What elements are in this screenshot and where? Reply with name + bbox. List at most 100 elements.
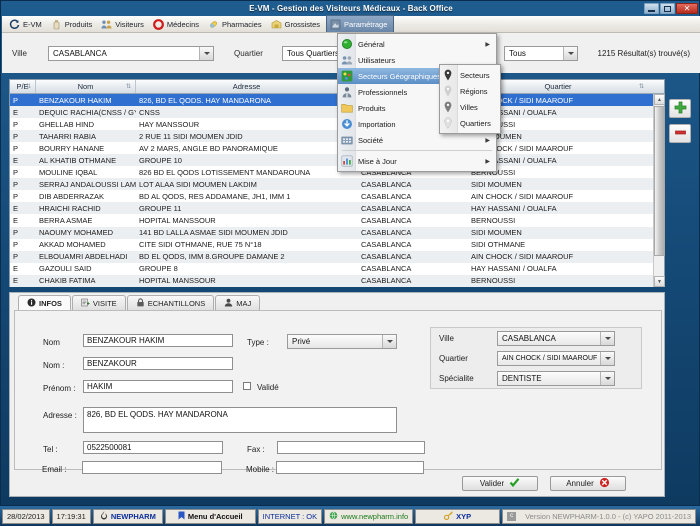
chevron-down-icon[interactable] (600, 332, 614, 345)
remove-record-button[interactable] (669, 124, 691, 143)
visit-icon (81, 298, 90, 309)
sort-icon: ⇅ (125, 84, 131, 90)
cancel-icon (599, 477, 610, 490)
form-tel-value: 0522500081 (87, 443, 132, 452)
table-cell-quartier: BERNOUSSI (471, 215, 516, 225)
record-action-buttons (669, 99, 695, 149)
table-row[interactable]: E GAZOULI SAID GROUPE 8 CASABLANCA HAY HASSA… (10, 263, 664, 275)
form-fax-input[interactable] (277, 441, 425, 454)
minimize-button[interactable] (644, 3, 659, 14)
tab-visite[interactable]: VISITE (71, 295, 126, 310)
form-adresse-textarea[interactable]: 826, BD EL QODS. HAY MANDARONA (83, 407, 397, 433)
table-row[interactable]: P AKKAD MOHAMED CITE SIDI OTHMANE, RUE 75 … (10, 239, 664, 251)
form-adresse-value: 826, BD EL QODS. HAY MANDARONA (87, 410, 228, 419)
status-user-label: XYP (456, 511, 472, 521)
form-prenom-input[interactable]: HAKIM (83, 380, 233, 393)
grid-header-nom[interactable]: Nom ⇅ (36, 80, 136, 93)
scroll-up-button[interactable]: ▲ (654, 94, 665, 105)
table-row[interactable]: E BERRA ASMAE HOPITAL MANSSOUR CASABLANCA BE… (10, 214, 664, 226)
toolbar-item-medecins[interactable]: Médecins (150, 16, 205, 32)
table-cell-quartier: AIN CHOCK / SIDI MAAROUF (471, 191, 574, 201)
scroll-down-button[interactable]: ▼ (654, 276, 665, 287)
status-time-label: 17:19:31 (56, 511, 86, 521)
status-website[interactable]: www.newpharm.info (324, 508, 414, 524)
filter-type-combo[interactable]: Tous (504, 45, 578, 61)
form-ville-combo[interactable]: CASABLANCA (497, 331, 615, 346)
valider-button[interactable]: Valider (462, 476, 538, 491)
submenu-item-secteurs[interactable]: Secteurs (440, 67, 500, 83)
form-nom-label: Nom : (43, 361, 65, 370)
bookmark-icon (178, 511, 185, 522)
scrollbar-thumb[interactable] (654, 106, 665, 256)
chevron-down-icon[interactable] (600, 372, 614, 385)
tab-maj[interactable]: MAJ (215, 295, 261, 310)
form-specialite-combo[interactable]: DENTISTE (497, 371, 615, 386)
toolbar-item-evm[interactable]: E-VM (6, 16, 48, 32)
toolbar-item-produits[interactable]: Produits (48, 16, 99, 32)
grid-header-adresse[interactable]: Adresse ⇅ (136, 80, 358, 93)
form-mobile-input[interactable] (276, 461, 424, 474)
table-cell-quartier: SIDI OTHMANE (471, 240, 526, 250)
table-row[interactable]: P NAOUMY MOHAMED 141 BD LALLA ASMAE SIDI M… (10, 226, 664, 239)
table-cell-adresse: CITE SIDI OTHMANE, RUE 75 N°18 (139, 240, 262, 250)
form-type-value: Privé (292, 337, 311, 346)
chevron-down-icon[interactable] (563, 46, 577, 60)
form-email-input[interactable] (82, 461, 222, 474)
menu-item-societe[interactable]: Société ▶ (338, 132, 496, 148)
toolbar-item-pharmacies[interactable]: Pharmacies (205, 16, 268, 32)
table-row[interactable]: P DIB ABDERRAZAK BD AL QODS, RES ADDAMANE,… (10, 190, 664, 202)
annuler-button[interactable]: Annuler (550, 476, 626, 491)
table-cell-ville: CASABLANCA (361, 179, 412, 189)
form-quartier-label: Quartier (439, 354, 468, 363)
menu-item-general[interactable]: Général ▶ (338, 36, 496, 52)
submenu-item-regions[interactable]: Régions (440, 83, 500, 99)
tab-echantillons[interactable]: ECHANTILLONS (126, 295, 215, 310)
users-icon (341, 54, 353, 66)
toolbar-item-grossistes[interactable]: Grossistes (268, 16, 326, 32)
status-user: XYP (415, 508, 501, 524)
toolbar-item-visiteurs[interactable]: Visiteurs (98, 16, 150, 32)
close-button[interactable]: ✕ (676, 3, 698, 14)
secteurs-geographiques-submenu[interactable]: Secteurs Régions Villes Quartiers (439, 64, 501, 134)
table-row[interactable]: P SERRAJ ANDALOUSSI LAMYA LOT ALAA SIDI MO… (10, 178, 664, 191)
menu-item-label: Général (358, 39, 385, 49)
submenu-item-villes[interactable]: Villes (440, 99, 500, 115)
add-record-button[interactable] (669, 99, 691, 118)
form-nom-input[interactable]: BENZAKOUR (83, 357, 233, 370)
application-window: E-VM - Gestion des Visiteurs Médicaux - … (0, 0, 700, 526)
form-nom-full-input[interactable]: BENZAKOUR HAKIM (83, 334, 233, 347)
form-valide-checkbox[interactable] (243, 382, 251, 390)
filter-quartier-value: Tous Quartiers (287, 48, 340, 58)
status-menu[interactable]: Menu d'Accueil (164, 508, 256, 524)
table-row[interactable]: E HRAICHI RACHID GROUPE 11 CASABLANCA HAY HA… (10, 202, 664, 215)
form-nom-full-value: BENZAKOUR HAKIM (87, 336, 165, 345)
table-cell-nom: GHELLAB HIND (39, 119, 95, 129)
menu-item-mise-a-jour[interactable]: Mise à Jour ▶ (338, 153, 496, 169)
table-cell-nom: HRAICHI RACHID (39, 203, 101, 213)
window-frame: E-VM - Gestion des Visiteurs Médicaux - … (0, 0, 700, 506)
chevron-down-icon[interactable] (382, 335, 396, 348)
filter-ville-combo[interactable]: CASABLANCA (48, 45, 214, 61)
table-row[interactable]: P ELBOUAMRI ABDELHADI BD EL QODS, IMM 8.GR… (10, 250, 664, 263)
table-cell-adresse: 826 BD EL QODS LOTISSEMENT MANDAROUNA (139, 167, 311, 177)
chevron-down-icon[interactable] (600, 352, 614, 365)
form-tel-input[interactable]: 0522500081 (83, 441, 223, 454)
form-type-combo[interactable]: Privé (287, 334, 397, 349)
maximize-button[interactable] (660, 3, 675, 14)
chevron-down-icon[interactable] (199, 46, 213, 60)
grid-header-pe[interactable]: P/E ⇅ (10, 80, 36, 93)
table-cell-adresse: GROUPE 10 (139, 155, 182, 165)
chevron-right-icon: ▶ (485, 41, 490, 48)
table-cell-adresse: BD EL QODS, IMM 8.GROUPE DAMANE 2 (139, 252, 285, 262)
grid-vertical-scrollbar[interactable]: ▲ ▼ (653, 94, 665, 287)
toolbar-item-parametrage[interactable]: Paramétrage (326, 15, 395, 32)
pill-icon (208, 19, 219, 30)
pin-grey-icon (443, 101, 455, 113)
form-prenom-label: Prénom : (43, 384, 76, 393)
form-quartier-combo[interactable]: AIN CHOCK / SIDI MAAROUF (497, 351, 615, 366)
tab-infos[interactable]: INFOS (18, 295, 71, 310)
table-cell-adresse: HAY MANSSOUR (139, 119, 200, 129)
submenu-item-quartiers[interactable]: Quartiers (440, 115, 500, 131)
table-row[interactable]: E CHAKIB FATIMA HOPITAL MANSSOUR CASABLANCA… (10, 274, 664, 287)
submenu-item-label: Régions (460, 86, 488, 96)
